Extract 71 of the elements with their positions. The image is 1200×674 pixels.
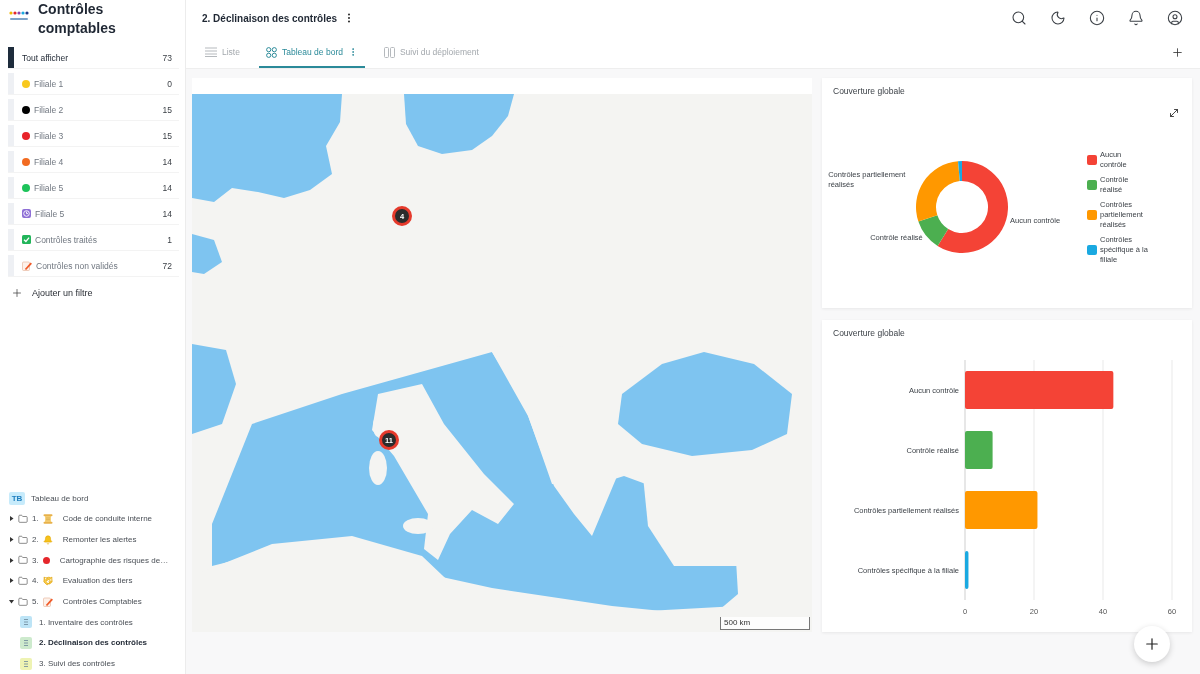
check-icon: [22, 235, 31, 244]
tree-item[interactable]: TB Tableau de bord: [9, 487, 185, 509]
tree-item[interactable]: 1. Inventaire des contrôles: [9, 611, 185, 633]
folder-icon: [18, 575, 28, 586]
search-icon[interactable]: [1011, 10, 1027, 26]
add-tab-icon[interactable]: [1171, 45, 1184, 59]
tree-item[interactable]: 1. Code de conduite interne: [9, 508, 185, 530]
item-number: 5.: [32, 597, 39, 607]
filter-item[interactable]: Contrôles traités 1: [8, 229, 179, 251]
map-scale: 500 km: [720, 617, 810, 630]
item-count: 0: [167, 78, 173, 89]
item-count: 14: [162, 182, 173, 193]
item-count: 72: [162, 260, 173, 271]
filter-item[interactable]: Filiale 3 15: [8, 125, 179, 147]
columns-icon: [383, 46, 395, 58]
item-number: 1.: [32, 514, 39, 524]
bar: [965, 551, 969, 589]
memo-icon: [22, 260, 32, 271]
page-title: 2. Déclinaison des contrôles: [202, 12, 338, 24]
dashboard-tile: TB: [9, 491, 25, 505]
folder-icon: [18, 513, 28, 524]
filter-item[interactable]: Filiale 5 14: [8, 177, 179, 199]
plus-icon: [11, 287, 23, 299]
scroll-icon: [42, 513, 53, 524]
list-icon: [205, 47, 217, 57]
filter-item[interactable]: Tout afficher 73: [8, 47, 179, 69]
user-icon[interactable]: [1167, 10, 1183, 26]
caret-icon[interactable]: [9, 537, 14, 543]
tree-item[interactable]: 2. Remonter les alertes: [9, 529, 185, 550]
item-count: 14: [162, 156, 173, 167]
caret-icon[interactable]: [9, 516, 14, 522]
bell-icon: [42, 534, 53, 545]
card-title: Couverture globale: [832, 327, 906, 340]
filter-item[interactable]: Filiale 5 14: [8, 203, 179, 225]
tree-item[interactable]: 3. Suivi des contrôles: [9, 653, 185, 674]
card-title: Couverture globale: [832, 85, 906, 98]
filter-item[interactable]: Filiale 2 15: [8, 99, 179, 121]
notifications-icon[interactable]: [1128, 10, 1144, 26]
folder-icon: [18, 555, 28, 566]
folder-icon: [18, 534, 28, 545]
item-count: 1: [167, 234, 173, 245]
dot-icon: [42, 556, 50, 564]
filter-item[interactable]: Contrôles non validés 72: [8, 255, 179, 277]
tree-item[interactable]: 3. Cartographie des risques de…: [9, 549, 185, 571]
grid-icon: [265, 46, 277, 58]
filter-item[interactable]: Filiale 1 0: [8, 73, 179, 95]
caret-icon[interactable]: [9, 578, 14, 584]
item-number: 4.: [32, 576, 39, 586]
plus-icon: [1143, 635, 1161, 653]
item-count: 15: [162, 130, 173, 141]
app-title: Contrôles comptables: [38, 0, 117, 38]
tree-item[interactable]: 4. Evaluation des tiers: [9, 570, 185, 592]
item-number: 2.: [32, 535, 39, 545]
moon-icon[interactable]: [1050, 10, 1066, 26]
info-icon[interactable]: [1089, 10, 1105, 26]
tree-item[interactable]: 2. Déclinaison des contrôles: [9, 632, 185, 654]
filter-item[interactable]: Filiale 4 14: [8, 151, 179, 173]
item-count: 73: [162, 52, 173, 63]
tree-item[interactable]: 5. Contrôles Comptables: [9, 591, 185, 612]
item-number: 3.: [32, 555, 39, 565]
expand-icon[interactable]: [1168, 107, 1180, 119]
item-count: 14: [162, 208, 173, 219]
folder-icon: [18, 596, 28, 607]
memo-icon: [42, 596, 53, 607]
bar: [965, 431, 993, 469]
caret-icon[interactable]: [9, 599, 14, 605]
handshake-icon: [42, 575, 53, 586]
clock-icon: [22, 209, 31, 218]
add-filter-button[interactable]: Ajouter un filtre: [11, 283, 93, 303]
item-count: 15: [162, 104, 173, 115]
caret-icon[interactable]: [9, 557, 14, 563]
